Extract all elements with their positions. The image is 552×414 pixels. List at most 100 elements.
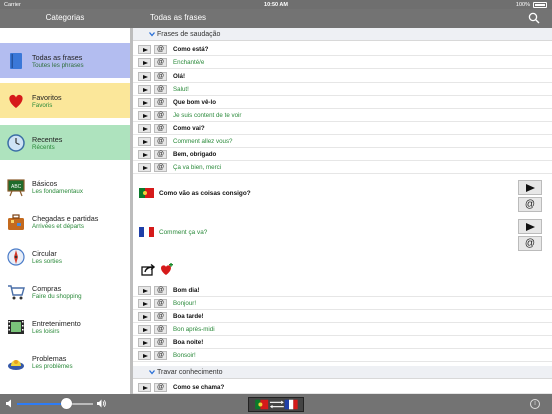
play-button[interactable] bbox=[138, 163, 151, 172]
france-flag-icon bbox=[139, 227, 154, 237]
info-button[interactable]: i bbox=[530, 399, 540, 409]
phrase-row-pt[interactable]: @ Como vai? bbox=[133, 122, 552, 135]
category-shopping[interactable]: Compras Faire du shopping bbox=[0, 274, 130, 309]
section-header-meeting[interactable]: Travar conhecimento bbox=[133, 366, 552, 379]
phrase-text-pt: Como está? bbox=[173, 46, 209, 53]
phrase-text-fr: Ça va bien, merci bbox=[173, 164, 222, 171]
slow-play-button[interactable]: @ bbox=[154, 312, 167, 321]
slow-play-button[interactable]: @ bbox=[154, 45, 167, 54]
compass-icon bbox=[7, 248, 25, 266]
phrase-row-pt[interactable]: @ Bem, obrigado bbox=[133, 148, 552, 161]
search-icon[interactable] bbox=[528, 12, 540, 24]
category-subtitle: Les loisirs bbox=[32, 328, 60, 335]
category-subtitle: Arrivées et départs bbox=[32, 223, 84, 230]
play-button[interactable] bbox=[138, 383, 151, 392]
portugal-flag-icon bbox=[139, 188, 154, 198]
phrase-text-pt: Como se chama? bbox=[173, 384, 225, 391]
phrase-text-fr: Bonjour! bbox=[173, 300, 197, 307]
category-recent[interactable]: Recentes Récents bbox=[0, 125, 130, 160]
play-button[interactable] bbox=[138, 85, 151, 94]
slow-play-button[interactable]: @ bbox=[154, 299, 167, 308]
phrase-row-pt[interactable]: @ Como se chama? bbox=[133, 381, 552, 394]
play-button[interactable] bbox=[138, 351, 151, 360]
phrase-row-fr[interactable]: @ Bon après-midi bbox=[133, 323, 552, 336]
play-button[interactable] bbox=[138, 72, 151, 81]
phrase-row-pt[interactable]: @ Como está? bbox=[133, 43, 552, 56]
category-problems[interactable]: Problemas Les problèmes bbox=[0, 344, 130, 379]
slow-play-button[interactable]: @ bbox=[154, 163, 167, 172]
phrase-row-pt[interactable]: @ Bom dia! bbox=[133, 284, 552, 297]
slow-play-button-large[interactable]: @ bbox=[518, 197, 542, 212]
slow-play-button[interactable]: @ bbox=[154, 383, 167, 392]
phrase-text-fr: Bonsoir! bbox=[173, 352, 196, 359]
slow-play-button[interactable]: @ bbox=[154, 150, 167, 159]
play-button[interactable] bbox=[138, 286, 151, 295]
category-entertainment[interactable]: Entretenimento Les loisirs bbox=[0, 309, 130, 344]
play-button[interactable] bbox=[138, 312, 151, 321]
book-icon bbox=[10, 53, 22, 69]
play-button[interactable] bbox=[138, 338, 151, 347]
phrase-row-fr[interactable]: @ Ça va bien, merci bbox=[133, 161, 552, 174]
phrase-row-fr[interactable]: @ Enchanté/e bbox=[133, 56, 552, 69]
category-title: Recentes bbox=[32, 135, 63, 144]
play-button[interactable] bbox=[138, 150, 151, 159]
slow-play-button[interactable]: @ bbox=[154, 85, 167, 94]
expanded-text-pt: Como vão as coisas consigo? bbox=[159, 190, 251, 197]
phrase-row-fr[interactable]: @ Je suis content de te voir bbox=[133, 109, 552, 122]
category-subtitle: Les sorties bbox=[32, 258, 62, 265]
slow-play-button[interactable]: @ bbox=[154, 58, 167, 67]
slow-play-button[interactable]: @ bbox=[154, 124, 167, 133]
category-arrivals[interactable]: Chegadas e partidas Arrivées et départs bbox=[0, 204, 130, 239]
phrase-text-fr: Bon après-midi bbox=[173, 326, 215, 333]
slow-play-button[interactable]: @ bbox=[154, 351, 167, 360]
slow-play-button[interactable]: @ bbox=[154, 111, 167, 120]
phrase-row-fr[interactable]: @ Bonsoir! bbox=[133, 349, 552, 362]
add-favorite-icon[interactable] bbox=[159, 263, 174, 276]
slow-play-button[interactable]: @ bbox=[154, 72, 167, 81]
slow-play-button-large[interactable]: @ bbox=[518, 236, 542, 251]
cart-icon bbox=[8, 285, 25, 300]
play-button[interactable] bbox=[138, 111, 151, 120]
category-favorites[interactable]: Favoritos Favoris bbox=[0, 83, 130, 118]
play-button[interactable] bbox=[138, 98, 151, 107]
phrase-text-pt: Que bom vê-lo bbox=[173, 99, 216, 106]
volume-slider-knob[interactable] bbox=[60, 398, 72, 409]
phrase-row-fr[interactable]: @ Bonjour! bbox=[133, 297, 552, 310]
play-button[interactable] bbox=[138, 137, 151, 146]
category-all-phrases[interactable]: Todas as frases Toutes les phrases bbox=[0, 43, 130, 78]
category-getting-around[interactable]: Circular Les sorties bbox=[0, 239, 130, 274]
slow-play-button[interactable]: @ bbox=[154, 338, 167, 347]
play-button[interactable] bbox=[138, 325, 151, 334]
page-title: Todas as frases bbox=[150, 13, 207, 22]
navigation-bar: Categorias Todas as frases bbox=[0, 9, 552, 28]
volume-fill bbox=[17, 403, 67, 405]
phrase-text-fr: Enchanté/e bbox=[173, 59, 205, 66]
play-button-large[interactable] bbox=[518, 180, 542, 195]
play-button-large[interactable] bbox=[518, 219, 542, 234]
phrase-row-fr[interactable]: @ Comment allez vous? bbox=[133, 135, 552, 148]
category-title: Problemas bbox=[32, 354, 67, 363]
play-button[interactable] bbox=[138, 58, 151, 67]
slow-play-button[interactable]: @ bbox=[154, 98, 167, 107]
battery-icon bbox=[533, 2, 547, 8]
phrase-row-fr[interactable]: @ Salut! bbox=[133, 83, 552, 96]
slow-play-button[interactable]: @ bbox=[154, 325, 167, 334]
battery-percent: 100% bbox=[515, 1, 530, 8]
slow-play-button[interactable]: @ bbox=[154, 137, 167, 146]
phrase-text-fr: Salut! bbox=[173, 86, 189, 93]
phrase-row-pt[interactable]: @ Boa noite! bbox=[133, 336, 552, 349]
play-button[interactable] bbox=[138, 45, 151, 54]
section-header-greetings[interactable]: Frases de saudação bbox=[133, 28, 552, 41]
share-icon[interactable] bbox=[141, 263, 155, 276]
phrase-row-pt[interactable]: @ Boa tarde! bbox=[133, 310, 552, 323]
category-basics[interactable]: ABC Básicos Les fondamentaux bbox=[0, 169, 130, 204]
play-button[interactable] bbox=[138, 124, 151, 133]
slow-play-button[interactable]: @ bbox=[154, 286, 167, 295]
volume-high-icon bbox=[97, 399, 106, 408]
chalkboard-icon: ABC bbox=[7, 179, 25, 197]
language-switch-button[interactable] bbox=[248, 397, 304, 412]
phrase-row-pt[interactable]: @ Que bom vê-lo bbox=[133, 96, 552, 109]
play-button[interactable] bbox=[138, 299, 151, 308]
phrase-row-pt[interactable]: @ Olá! bbox=[133, 70, 552, 83]
phrase-list: Frases de saudação @ Como está? @ Enchan… bbox=[133, 28, 552, 394]
